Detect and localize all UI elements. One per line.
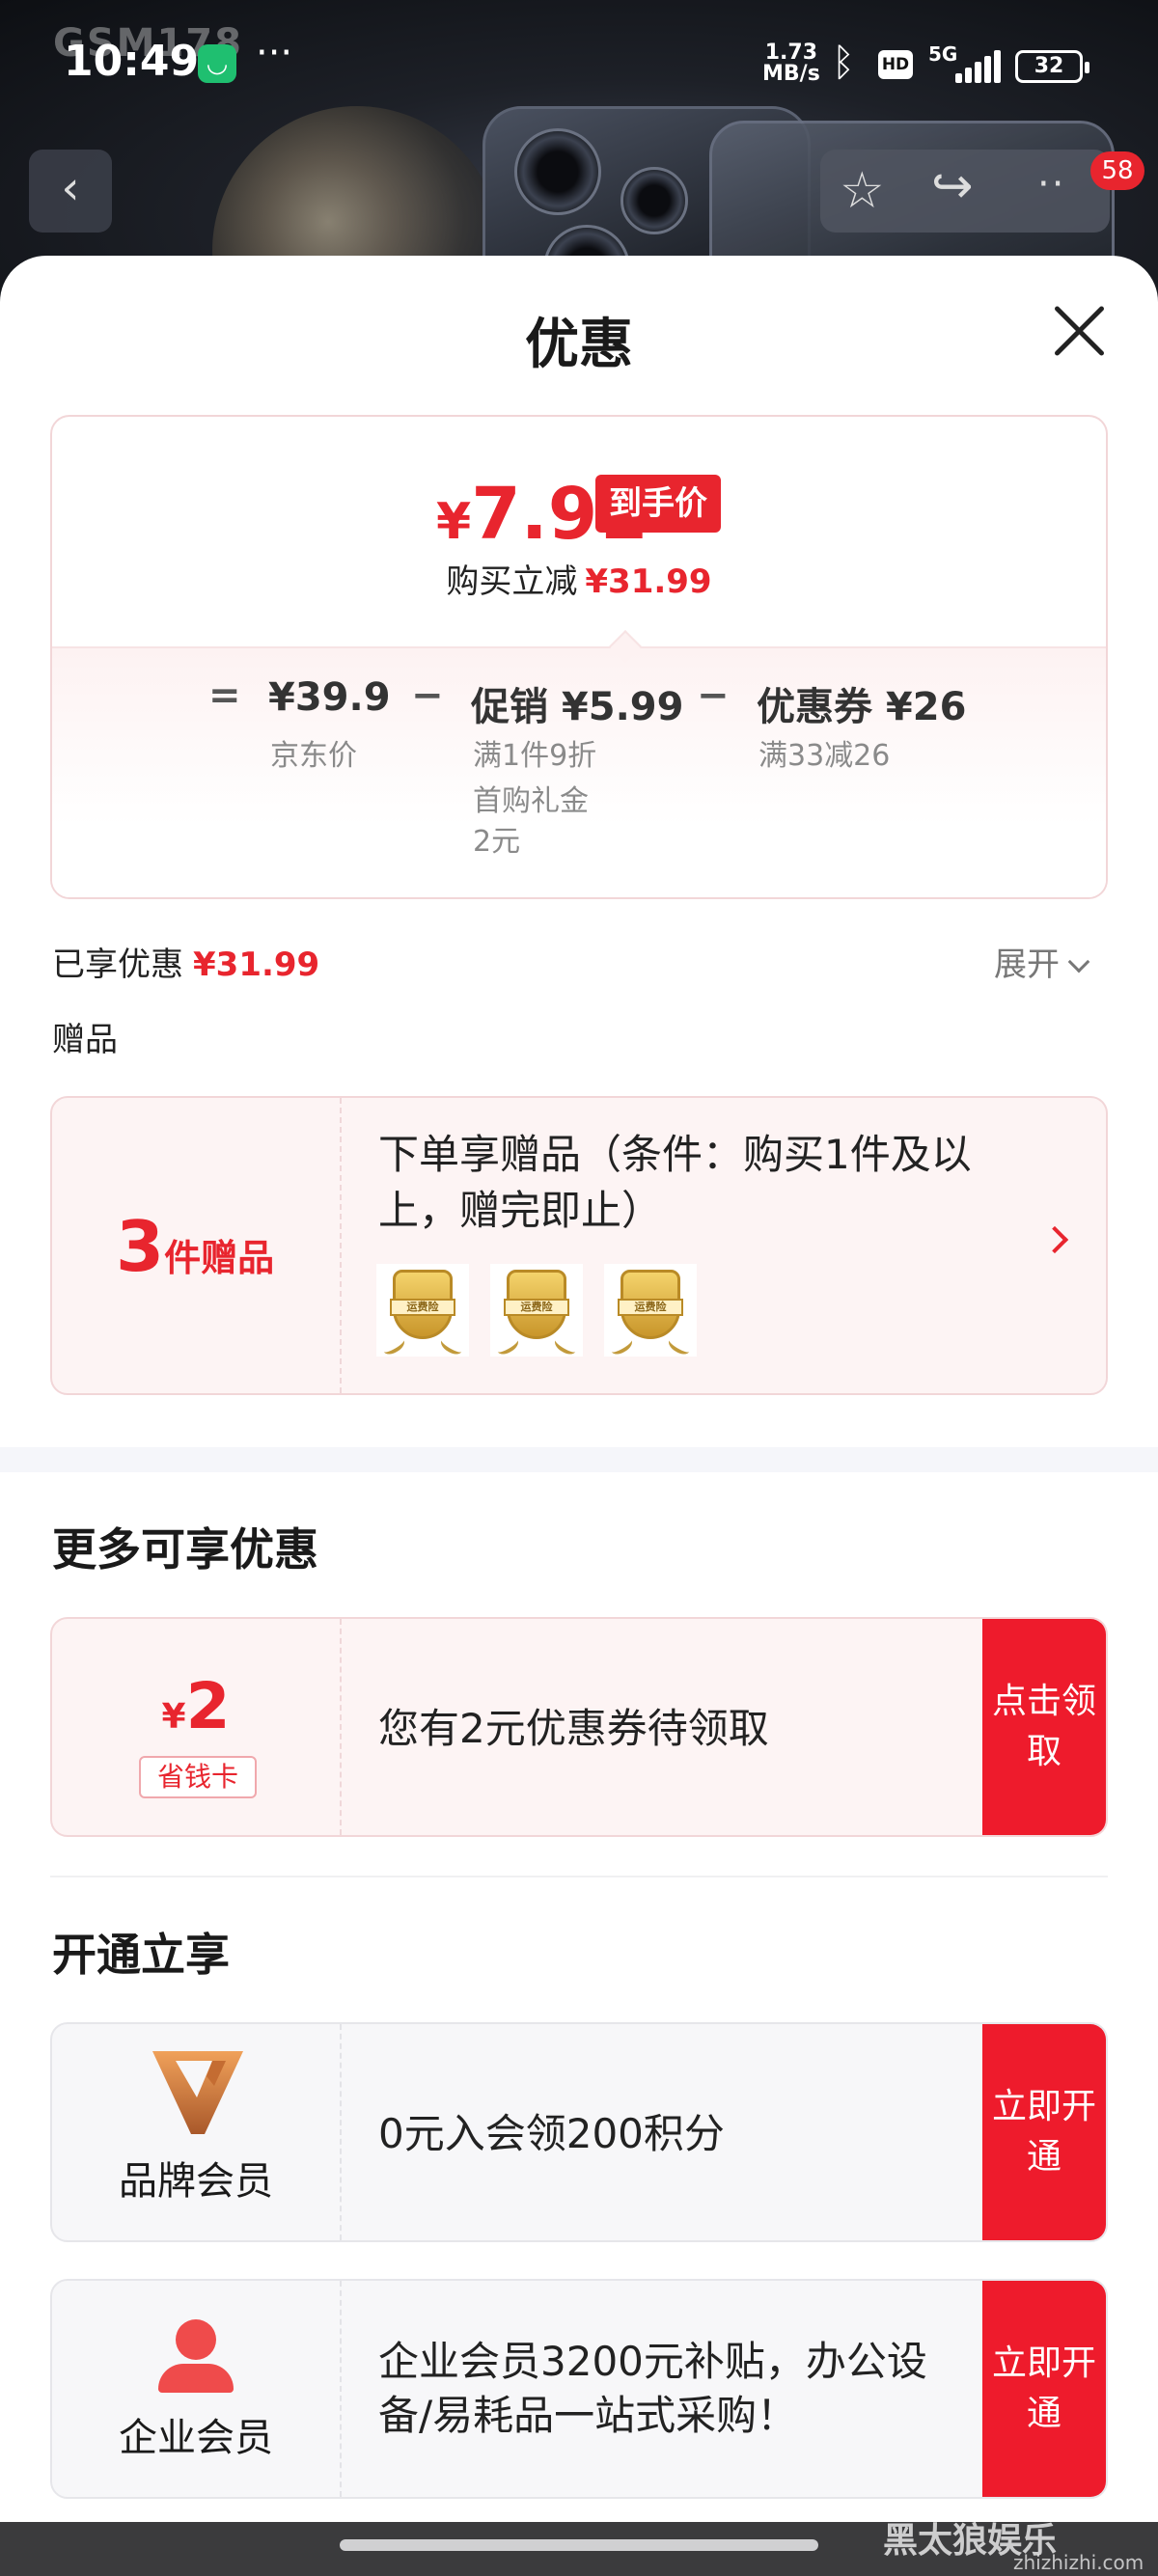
close-icon[interactable] [1050, 301, 1108, 359]
sheet-title: 优惠 [525, 314, 633, 376]
gift-card-divider [340, 1098, 342, 1393]
coupon-offer-card[interactable]: ¥2 省钱卡 您有2元优惠券待领取 点击领取 [50, 1617, 1108, 1837]
brand-member-card[interactable]: 品牌会员 0元入会领200积分 立即开通 [50, 2022, 1108, 2242]
enjoyed-discount: 已享优惠 ¥31.99 [52, 938, 319, 985]
brand-v-logo-icon [152, 2051, 243, 2134]
back-icon[interactable]: ‹ [29, 150, 112, 233]
watermark-url: zhizhizhi.com [1013, 2551, 1144, 2574]
expand-label: 展开 [994, 945, 1060, 984]
enjoyed-label: 已享优惠 [52, 945, 183, 984]
network-speed: 1.73 MB/s [762, 42, 820, 85]
coupon-value-number: 2 [185, 1669, 231, 1743]
medal-icon: 运费险 [490, 1264, 583, 1358]
promo-amount: 促销 ¥5.99 [471, 685, 684, 729]
home-indicator[interactable] [340, 2539, 818, 2551]
minus-sign-2: − [697, 673, 730, 718]
gift-count: 3件赠品 [116, 1206, 274, 1287]
enterprise-member-text: 企业会员3200元补贴，办公设备/易耗品一站式采购！ [378, 2338, 927, 2439]
enterprise-member-card[interactable]: 企业会员 企业会员3200元补贴，办公设备/易耗品一站式采购！ 立即开通 [50, 2279, 1108, 2499]
gift-count-number: 3 [116, 1206, 165, 1287]
enterprise-member-open-button[interactable]: 立即开通 [982, 2281, 1106, 2497]
promo-note: 满1件9折 [473, 739, 597, 773]
final-price-currency: ¥ [436, 493, 472, 551]
brand-member-text: 0元入会领200积分 [378, 2110, 725, 2157]
brand-member-open-button[interactable]: 立即开通 [982, 2024, 1106, 2240]
battery-icon: 32 [1015, 50, 1089, 83]
status-bar: 10:49 ◡ ··· 1.73 MB/s ᛒ HD 5G 32 [0, 0, 1158, 135]
first-purchase-gift-label: 首购礼金 [473, 784, 589, 818]
medal-label: 运费险 [618, 1299, 683, 1316]
open-enjoy-title: 开通立享 [52, 1929, 230, 1981]
message-badge: 58 [1090, 151, 1144, 190]
brand-member-label: 品牌会员 [119, 2159, 273, 2204]
gift-description: 下单享赠品（条件：购买1件及以上，赠完即止） [378, 1131, 972, 1234]
gift-count-unit: 件赠品 [164, 1237, 275, 1279]
status-more: ··· [256, 31, 293, 75]
offer-divider [340, 2281, 342, 2497]
coupon-value: ¥2 [52, 1669, 340, 1743]
more-icon[interactable]: ·· [1037, 162, 1065, 206]
offer-divider [340, 2024, 342, 2240]
reduction-label: 购买立减 [446, 562, 578, 601]
jd-price-label: 京东价 [270, 739, 357, 773]
enjoyed-amount: ¥31.99 [193, 945, 320, 984]
network-speed-value: 1.73 [764, 41, 818, 65]
medal-icon: 运费险 [604, 1264, 697, 1358]
app-notification-icon: ◡ [198, 44, 236, 83]
share-icon[interactable]: ↪ [931, 157, 974, 215]
hd-icon: HD [878, 50, 913, 79]
coupon-currency: ¥ [161, 1697, 186, 1737]
final-price-tag: 到手价 [595, 475, 721, 533]
first-purchase-gift-amount: 2元 [473, 825, 521, 859]
medal-label: 运费险 [390, 1299, 455, 1316]
savings-card-tag: 省钱卡 [139, 1756, 257, 1798]
offer-divider [340, 1619, 342, 1835]
medal-label: 运费险 [504, 1299, 569, 1316]
bluetooth-icon: ᛒ [832, 41, 855, 85]
signal-icon [955, 48, 1004, 83]
person-icon [154, 2319, 237, 2393]
status-time: 10:49 [64, 37, 200, 86]
gifts-section-title: 赠品 [52, 1021, 118, 1059]
equals-sign: = [208, 673, 241, 718]
coupon-amount: 优惠券 ¥26 [757, 685, 967, 729]
enterprise-member-label: 企业会员 [119, 2416, 273, 2460]
divider [50, 1876, 1108, 1877]
coupon-offer-text: 您有2元优惠券待领取 [378, 1705, 769, 1752]
coupon-note: 满33减26 [758, 739, 891, 773]
more-offers-title: 更多可享优惠 [52, 1523, 318, 1576]
reduction-amount: ¥31.99 [585, 562, 712, 601]
network-type: 5G [928, 42, 958, 66]
jd-price: ¥39.9 [268, 675, 391, 720]
network-speed-unit: MB/s [762, 62, 820, 86]
section-separator [0, 1447, 1158, 1472]
expand-button[interactable]: 展开 [994, 938, 1090, 985]
star-icon[interactable]: ☆ [840, 162, 885, 220]
instant-reduction: 购买立减 ¥31.99 [0, 555, 1158, 602]
claim-coupon-button[interactable]: 点击领取 [982, 1619, 1106, 1835]
minus-sign-1: − [411, 673, 444, 718]
chevron-down-icon [1067, 950, 1090, 973]
medal-icon: 运费险 [376, 1264, 469, 1358]
